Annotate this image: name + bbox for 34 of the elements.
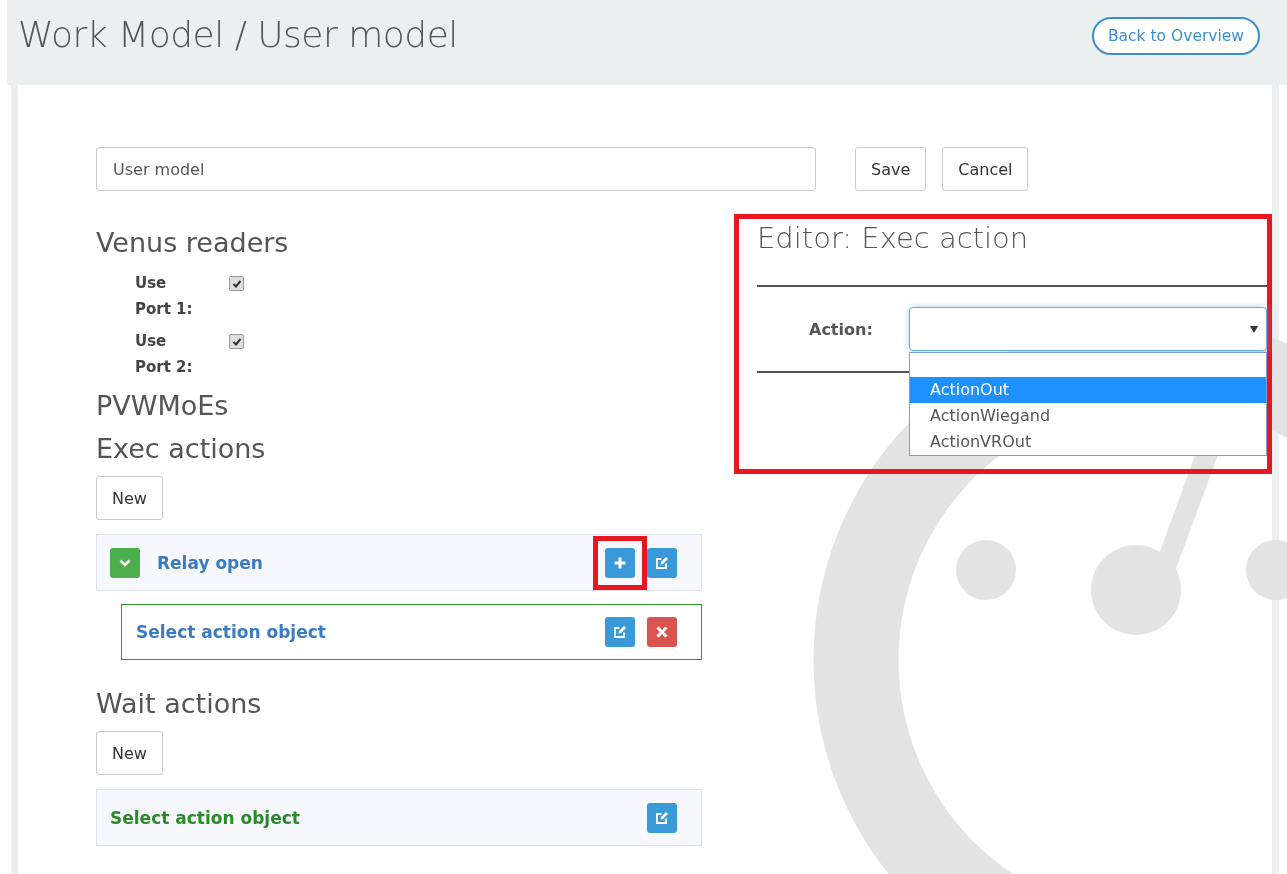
action-item[interactable]: Relay open — [96, 534, 702, 591]
cancel-button[interactable]: Cancel — [942, 147, 1029, 191]
action-object-item[interactable]: Select action object — [121, 604, 702, 660]
new-button[interactable]: New — [96, 731, 163, 775]
section-heading: PVWMoEs — [96, 390, 230, 421]
editor-title: Editor: Exec action — [757, 221, 1030, 255]
section-heading: Exec actions — [96, 433, 267, 464]
checkbox[interactable] — [229, 276, 244, 291]
action-object-label[interactable]: Select action object — [136, 622, 326, 642]
section-heading: Venus readers — [96, 227, 290, 258]
chevron-down-icon[interactable] — [110, 547, 140, 578]
action-label: Action: — [808, 319, 874, 339]
edit-icon[interactable] — [605, 617, 635, 647]
dropdown-option[interactable]: ActionWiegand — [910, 403, 1266, 429]
action-item-label[interactable]: Relay open — [157, 552, 263, 573]
dropdown-option[interactable]: ActionOut — [910, 377, 1266, 403]
action-select[interactable] — [909, 307, 1267, 351]
page-title: Work Model / User model — [18, 14, 458, 55]
edit-icon[interactable] — [647, 802, 677, 833]
caret-icon — [1250, 325, 1258, 333]
dropdown-option[interactable]: ActionVROut — [910, 429, 1266, 455]
port-label: Use Port 1: — [135, 273, 194, 320]
back-to-overview-button[interactable]: Back to Overview — [1091, 17, 1260, 55]
add-icon[interactable] — [605, 547, 635, 578]
new-button[interactable]: New — [96, 476, 163, 520]
edit-icon[interactable] — [647, 547, 677, 578]
action-object-item[interactable]: Select action object — [96, 789, 702, 846]
save-button[interactable]: Save — [855, 147, 927, 191]
action-object-label[interactable]: Select action object — [110, 807, 300, 828]
checkbox[interactable] — [229, 334, 244, 349]
delete-icon[interactable] — [647, 617, 677, 647]
section-heading: Wait actions — [96, 688, 263, 719]
port-label: Use Port 2: — [135, 331, 194, 378]
name-input-field[interactable]: User model — [96, 147, 816, 191]
